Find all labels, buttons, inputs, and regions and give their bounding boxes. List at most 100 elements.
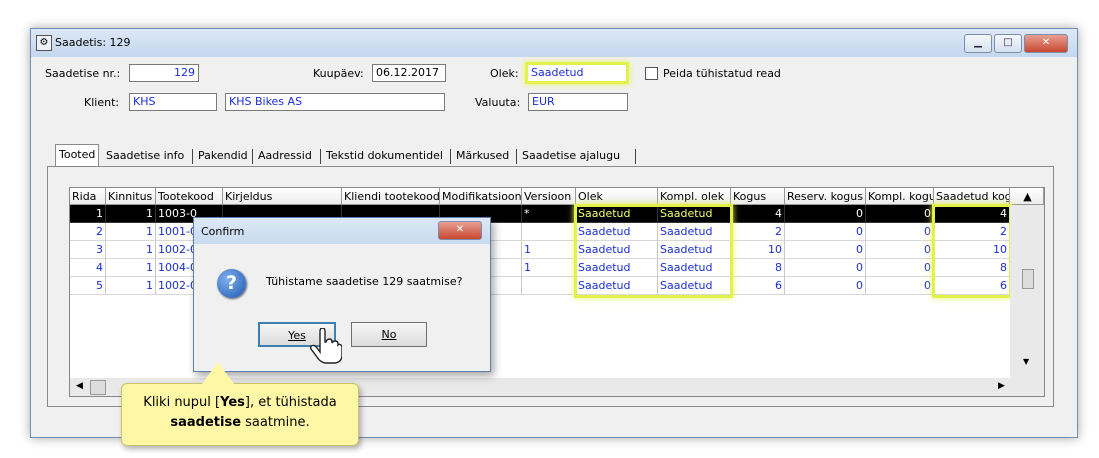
cell-reserv[interactable]: 0 (785, 223, 866, 241)
tab-tekstid[interactable]: Tekstid dokumentidel (323, 146, 446, 166)
scroll-down-icon[interactable]: ▼ (1023, 357, 1029, 366)
cell-kompl_olek[interactable]: Saadetud (658, 205, 731, 223)
maximize-button[interactable]: □ (994, 34, 1022, 53)
cell-olek[interactable]: Saadetud (576, 277, 658, 295)
cell-rida[interactable]: 1 (70, 205, 106, 223)
scroll-right-icon[interactable]: ▶ (998, 381, 1005, 391)
dialog-close-button[interactable]: ✕ (438, 221, 482, 240)
cell-rida[interactable]: 4 (70, 259, 106, 277)
currency-label: Valuuta: (475, 96, 521, 109)
tab-tooted[interactable]: Tooted (55, 144, 100, 167)
cell-kompl[interactable]: 0 (866, 205, 934, 223)
cell-saadetud[interactable]: 2 (934, 223, 1010, 241)
cell-kompl_olek[interactable]: Saadetud (658, 241, 731, 259)
cell-olek[interactable]: Saadetud (576, 223, 658, 241)
cell-kompl[interactable]: 0 (866, 223, 934, 241)
cell-rida[interactable]: 5 (70, 277, 106, 295)
cell-versioon[interactable] (522, 277, 576, 295)
cell-saadetud[interactable]: 8 (934, 259, 1010, 277)
cell-kogus[interactable]: 6 (731, 277, 785, 295)
col-header-tootekood[interactable]: Tootekood (156, 188, 223, 205)
col-header-reserv-kogus[interactable]: Reserv. kogus (785, 188, 866, 205)
cell-kinnitus[interactable]: 1 (106, 277, 156, 295)
cell-kompl_olek[interactable]: Saadetud (658, 259, 731, 277)
col-header-versioon[interactable]: Versioon (522, 188, 576, 205)
cell-saadetud[interactable]: 6 (934, 277, 1010, 295)
cell-kinnitus[interactable]: 1 (106, 259, 156, 277)
col-header-kompl-kogus[interactable]: Kompl. kogus (866, 188, 934, 205)
col-header-kompl-olek[interactable]: Kompl. olek (658, 188, 731, 205)
tab-separator (320, 149, 321, 164)
cell-saadetud[interactable]: 10 (934, 241, 1010, 259)
client-code-field[interactable]: KHS (129, 93, 217, 111)
cell-olek[interactable]: Saadetud (576, 241, 658, 259)
cell-reserv[interactable]: 0 (785, 205, 866, 223)
col-header-kinnitus[interactable]: Kinnitus (106, 188, 156, 205)
scroll-left-icon[interactable]: ◀ (76, 381, 83, 391)
cell-versioon[interactable]: 1 (522, 241, 576, 259)
window-titlebar[interactable]: ⚙ Saadetis: 129 ▁ □ ✕ (31, 29, 1077, 57)
col-header-olek[interactable]: Olek (576, 188, 658, 205)
currency-field[interactable]: EUR (528, 93, 628, 111)
tab-pakendid[interactable]: Pakendid (195, 146, 251, 166)
dialog-titlebar[interactable]: Confirm ✕ (194, 218, 490, 244)
cell-kogus[interactable]: 4 (731, 205, 785, 223)
col-header-saadetud-kogus[interactable]: Saadetud kogus (934, 188, 1010, 205)
vertical-scroll-thumb[interactable] (1022, 269, 1034, 289)
cell-kompl[interactable]: 0 (866, 259, 934, 277)
cell-versioon[interactable] (522, 223, 576, 241)
horizontal-scroll-thumb[interactable] (90, 380, 106, 395)
minimize-button[interactable]: ▁ (964, 34, 992, 53)
col-header-modifikatsioon[interactable]: Modifikatsioon (440, 188, 522, 205)
instruction-callout: Kliki nupul [Yes], et tühistada saadetis… (121, 362, 359, 446)
callout-text: saatmine. (241, 415, 310, 430)
cell-rida[interactable]: 2 (70, 223, 106, 241)
status-field[interactable]: Saadetud (525, 62, 629, 84)
cell-olek[interactable]: Saadetud (576, 205, 658, 223)
client-name-field[interactable]: KHS Bikes AS (225, 93, 445, 111)
cell-olek[interactable]: Saadetud (576, 259, 658, 277)
cell-kinnitus[interactable]: 1 (106, 241, 156, 259)
scroll-up-icon[interactable]: ▲ (1010, 188, 1044, 205)
cell-kogus[interactable]: 10 (731, 241, 785, 259)
cell-kinnitus[interactable]: 1 (106, 205, 156, 223)
cell-versioon[interactable]: * (522, 205, 576, 223)
cell-reserv[interactable]: 0 (785, 241, 866, 259)
close-button[interactable]: ✕ (1024, 34, 1068, 53)
shipment-no-field[interactable]: 129 (129, 64, 199, 82)
col-header-rida[interactable]: Rida (70, 188, 106, 205)
shipment-no-label: Saadetise nr.: (45, 67, 121, 80)
cell-saadetud[interactable]: 4 (934, 205, 1010, 223)
hide-cancelled-checkbox[interactable] (645, 67, 658, 80)
cell-kogus[interactable]: 2 (731, 223, 785, 241)
tab-separator (252, 149, 253, 164)
cell-reserv[interactable]: 0 (785, 259, 866, 277)
cell-kompl[interactable]: 0 (866, 241, 934, 259)
date-field[interactable]: 06.12.2017 (372, 64, 446, 82)
date-label: Kuupäev: (313, 67, 364, 80)
no-button[interactable]: No (351, 322, 427, 347)
dialog-title: Confirm (201, 225, 245, 238)
no-button-label: No (381, 328, 397, 341)
tab-saadetise-info[interactable]: Saadetise info (103, 146, 187, 166)
cell-versioon[interactable]: 1 (522, 259, 576, 277)
callout-line-2: saadetise saatmine. (122, 413, 358, 433)
cell-kompl_olek[interactable]: Saadetud (658, 223, 731, 241)
tab-aadressid[interactable]: Aadressid (255, 146, 315, 166)
cell-kogus[interactable]: 8 (731, 259, 785, 277)
window-title: Saadetis: 129 (55, 36, 131, 49)
cell-reserv[interactable]: 0 (785, 277, 866, 295)
col-header-kliendi-tootekood[interactable]: Kliendi tootekood (342, 188, 440, 205)
callout-text: Kliki nupul [ (143, 395, 221, 410)
tab-separator (516, 149, 517, 164)
cell-rida[interactable]: 3 (70, 241, 106, 259)
vertical-scrollbar[interactable]: ▼ (1010, 205, 1044, 378)
cell-kompl[interactable]: 0 (866, 277, 934, 295)
col-header-kogus[interactable]: Kogus (731, 188, 785, 205)
tab-ajalugu[interactable]: Saadetise ajalugu (519, 146, 623, 166)
hide-cancelled-label: Peida tühistatud read (663, 67, 781, 80)
cell-kinnitus[interactable]: 1 (106, 223, 156, 241)
cell-kompl_olek[interactable]: Saadetud (658, 277, 731, 295)
tab-markused[interactable]: Märkused (453, 146, 512, 166)
col-header-kirjeldus[interactable]: Kirjeldus (223, 188, 342, 205)
